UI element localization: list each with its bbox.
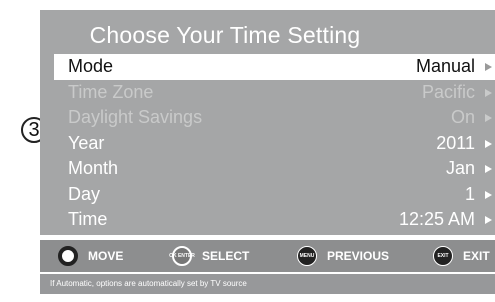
time-setting-menu: Choose Your Time Setting Mode Manual Tim… — [40, 10, 495, 235]
right-arrow-icon — [485, 63, 492, 71]
exit-button-icon: EXIT — [433, 246, 453, 266]
nav-previous: MENU PREVIOUS — [297, 246, 389, 266]
menu-rows: Mode Manual Time Zone Pacific Daylight S… — [54, 54, 495, 233]
row-label: Time — [68, 209, 108, 229]
right-arrow-icon — [485, 190, 492, 199]
menu-row-year[interactable]: Year 2011 — [54, 131, 495, 157]
nav-select: OK ENTER SELECT — [169, 246, 250, 266]
row-label: Daylight Savings — [68, 107, 203, 127]
right-arrow-icon — [485, 165, 492, 173]
right-arrow-icon — [485, 139, 492, 148]
menu-row-time[interactable]: Time 12:25 AM — [54, 207, 495, 233]
nav-move: MOVE — [58, 246, 123, 266]
menu-row-day[interactable]: Day 1 — [54, 182, 495, 208]
menu-row-time-zone[interactable]: Time Zone Pacific — [54, 80, 495, 106]
nav-select-label: SELECT — [202, 249, 250, 263]
step-number: 3 — [28, 118, 40, 141]
row-value: 2011 — [436, 132, 475, 153]
row-value: Jan — [445, 158, 475, 178]
nav-exit: EXIT EXIT — [433, 246, 490, 266]
row-label: Mode — [68, 56, 114, 76]
menu-row-month[interactable]: Month Jan — [54, 156, 495, 182]
row-label: Time Zone — [68, 81, 154, 102]
row-label: Month — [68, 158, 119, 178]
button-guide-bar: MOVE OK ENTER SELECT MENU PREVIOUS EXIT … — [40, 240, 495, 272]
nav-move-label: MOVE — [88, 249, 124, 263]
row-value: Pacific — [421, 81, 475, 102]
row-label: Day — [68, 183, 101, 204]
menu-row-daylight-savings[interactable]: Daylight Savings On — [54, 105, 495, 131]
nav-previous-label: PREVIOUS — [327, 249, 390, 263]
nav-exit-label: EXIT — [463, 249, 490, 263]
row-value: Manual — [415, 56, 475, 76]
menu-button-icon: MENU — [297, 246, 317, 266]
right-arrow-icon — [485, 114, 492, 122]
hint-text: If Automatic, options are automatically … — [40, 274, 495, 294]
ok-enter-icon: OK ENTER — [169, 246, 195, 266]
dpad-icon — [58, 246, 78, 266]
menu-row-mode[interactable]: Mode Manual — [54, 54, 495, 80]
row-value: 12:25 AM — [398, 209, 475, 229]
row-label: Year — [68, 132, 105, 153]
right-arrow-icon — [485, 88, 492, 97]
menu-title: Choose Your Time Setting — [89, 22, 361, 48]
row-value: 1 — [464, 183, 475, 204]
right-arrow-icon — [485, 216, 492, 224]
row-value: On — [450, 107, 475, 127]
